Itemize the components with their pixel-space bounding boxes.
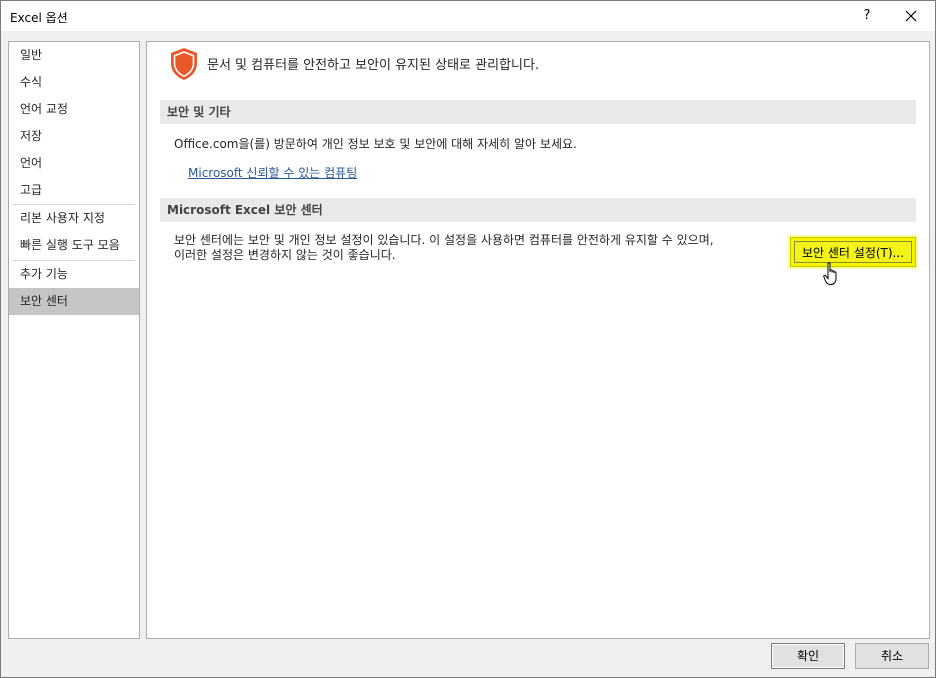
page-header: 문서 및 컴퓨터를 안전하고 보안이 유지된 상태로 관리합니다. [207,58,540,73]
ok-button[interactable]: 확인 [771,643,845,669]
sidebar-item-proofing[interactable]: 언어 교정 [9,96,139,123]
trust-center-description-line: 보안 센터에는 보안 및 개인 정보 설정이 있습니다. 이 설정을 사용하면 … [174,233,714,247]
excel-options-dialog: Excel 옵션 ? 일반 수식 언어 교정 저장 언어 고급 리본 사용자 지… [0,0,936,678]
sidebar-item-language[interactable]: 언어 [9,150,139,177]
sidebar-item-customize-ribbon[interactable]: 리본 사용자 지정 [9,205,139,232]
hand-pointer-icon [823,262,837,285]
trust-center-settings-button[interactable]: 보안 센터 설정(T)... [790,237,916,267]
section-title-security: 보안 및 기타 [160,100,916,124]
sidebar-item-quick-access-toolbar[interactable]: 빠른 실행 도구 모음 [9,232,139,259]
sidebar-item-general[interactable]: 일반 [9,42,139,69]
help-button[interactable]: ? [847,4,887,28]
options-sidebar: 일반 수식 언어 교정 저장 언어 고급 리본 사용자 지정 빠른 실행 도구 … [8,41,140,639]
sidebar-item-trust-center[interactable]: 보안 센터 [9,288,139,315]
trust-center-description: 보안 센터에는 보안 및 개인 정보 설정이 있습니다. 이 설정을 사용하면 … [174,233,774,263]
security-info-text: Office.com을(를) 방문하여 개인 정보 보호 및 보안에 대해 자세… [174,137,577,151]
trust-center-settings-label: 보안 센터 설정(T)... [794,241,912,263]
close-button[interactable] [891,4,931,28]
window-title: Excel 옵션 [10,11,68,25]
title-bar: Excel 옵션 ? [1,1,935,31]
close-icon [905,10,917,22]
cancel-button[interactable]: 취소 [855,643,929,669]
trust-center-description-line: 이러한 설정은 변경하지 않는 것이 좋습니다. [174,248,396,262]
trust-center-panel: 문서 및 컴퓨터를 안전하고 보안이 유지된 상태로 관리합니다. 보안 및 기… [146,41,930,639]
sidebar-item-add-ins[interactable]: 추가 기능 [9,261,139,288]
shield-icon [171,48,197,80]
sidebar-item-formulas[interactable]: 수식 [9,69,139,96]
trustworthy-computing-link[interactable]: Microsoft 신뢰할 수 있는 컴퓨팅 [188,164,357,181]
section-title-trust-center: Microsoft Excel 보안 센터 [160,198,916,222]
sidebar-item-advanced[interactable]: 고급 [9,177,139,204]
sidebar-item-save[interactable]: 저장 [9,123,139,150]
